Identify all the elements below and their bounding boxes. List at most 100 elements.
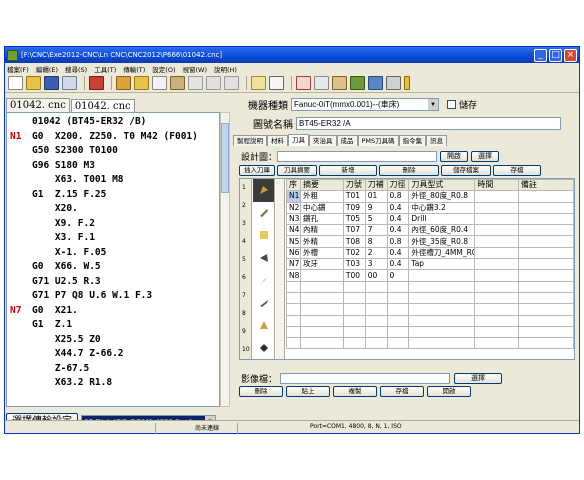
table-row[interactable] <box>286 325 574 339</box>
table-cell[interactable]: 外徑_35度_R0.8 <box>408 235 476 248</box>
table-row[interactable]: N6 外槽 T02 2 0.4 外徑槽刀_4MM_R0 <box>286 246 574 260</box>
code-line[interactable]: G96 S180 M3 <box>10 159 219 174</box>
table-cell[interactable] <box>408 314 476 327</box>
tool-thumb[interactable] <box>253 224 274 247</box>
table-cell[interactable] <box>386 303 410 316</box>
table-cell[interactable]: Drill <box>408 212 476 226</box>
table-cell[interactable] <box>386 291 410 305</box>
insert-tool-library-button[interactable]: 插入刀庫 <box>239 165 275 176</box>
menu-settings[interactable]: 設定(O) <box>152 64 175 74</box>
table-cell[interactable] <box>300 325 344 339</box>
code-line[interactable]: X44.7 Z-66.2 <box>10 347 219 362</box>
table-cell[interactable]: 0.4 <box>386 212 410 226</box>
table-cell[interactable] <box>408 269 476 282</box>
save-file-button[interactable]: 儲存檔案 <box>441 165 491 176</box>
table-cell[interactable]: 7 <box>364 224 388 237</box>
table-cell[interactable]: N3 <box>286 212 301 226</box>
table-cell[interactable] <box>342 280 366 293</box>
folder-icon[interactable] <box>134 76 149 90</box>
table-cell[interactable] <box>386 314 410 327</box>
table-cell[interactable] <box>408 303 476 316</box>
table-cell[interactable]: T07 <box>342 224 366 237</box>
table-cell[interactable]: T00 <box>342 269 366 282</box>
table-cell[interactable] <box>517 235 574 248</box>
table-cell[interactable] <box>474 258 519 271</box>
table-cell[interactable] <box>517 224 574 237</box>
menu-window[interactable]: 視窗(W) <box>183 64 208 74</box>
column-header[interactable]: 時間 <box>474 179 519 192</box>
table-cell[interactable]: 中心鑽 <box>300 201 344 214</box>
table-cell[interactable]: 0 <box>386 269 410 282</box>
cut-icon[interactable] <box>188 76 203 90</box>
table-row[interactable]: N2 中心鑽 T09 9 0.4 中心鑽3.2 <box>286 201 574 214</box>
table-cell[interactable] <box>300 337 344 350</box>
tab-tools[interactable]: 刀具 <box>288 134 309 146</box>
table-cell[interactable] <box>517 280 574 293</box>
table-cell[interactable] <box>300 269 344 282</box>
table-cell[interactable] <box>364 314 388 327</box>
code-line[interactable]: N7 G0 X21. <box>10 304 219 319</box>
table-cell[interactable]: T05 <box>342 212 366 226</box>
table-cell[interactable] <box>342 314 366 327</box>
table-cell[interactable]: 鑽孔 <box>300 212 344 226</box>
maximize-button[interactable]: □ <box>549 48 562 62</box>
minimize-button[interactable]: _ <box>534 48 547 62</box>
bars-icon[interactable] <box>404 76 410 90</box>
design-drawing-input[interactable] <box>277 151 438 162</box>
column-header[interactable]: 備註 <box>517 179 574 192</box>
table-cell[interactable] <box>474 269 519 282</box>
select-design-button[interactable]: 選擇 <box>471 151 500 162</box>
table-cell[interactable] <box>474 224 519 237</box>
machine-type-dropdown[interactable]: Fanuc-0iT(mmx0.001)--(車床) ▼ <box>291 97 439 111</box>
image-copy-button[interactable]: 複製 <box>333 386 377 397</box>
table-cell[interactable]: 外徑_80度_R0.8 <box>408 190 476 203</box>
table-cell[interactable] <box>286 303 301 316</box>
image-open-button[interactable]: 開啟 <box>427 386 471 397</box>
table-cell[interactable] <box>474 291 519 305</box>
code-line[interactable]: X63.2 R1.8 <box>10 376 219 391</box>
column-header[interactable]: 序 <box>286 179 301 192</box>
table-cell[interactable] <box>364 280 388 293</box>
table-cell[interactable] <box>474 337 519 350</box>
table-cell[interactable]: 00 <box>364 269 388 282</box>
table-cell[interactable] <box>286 337 301 350</box>
table-cell[interactable] <box>517 303 574 316</box>
table-row[interactable] <box>286 337 574 350</box>
tool-thumb[interactable] <box>253 179 274 202</box>
table-cell[interactable]: 0.8 <box>386 235 410 248</box>
tab-messages[interactable]: 訊息 <box>426 135 448 146</box>
column-header[interactable]: 刀號 <box>342 179 366 192</box>
table-cell[interactable] <box>408 291 476 305</box>
table-cell[interactable]: 0.4 <box>386 246 410 260</box>
chevron-down-icon[interactable]: ▼ <box>428 98 438 110</box>
drawing-name-input[interactable]: BT45-ER32 /A <box>296 116 561 130</box>
table-cell[interactable] <box>364 325 388 339</box>
table-cell[interactable] <box>300 291 344 305</box>
table-cell[interactable]: 2 <box>364 246 388 260</box>
table-cell[interactable] <box>300 280 344 293</box>
code-line[interactable]: Z-67.5 <box>10 362 219 377</box>
table-cell[interactable] <box>517 325 574 339</box>
menu-help[interactable]: 說明(H) <box>214 64 237 74</box>
code-line[interactable]: G0 X66. W.5 <box>10 260 219 275</box>
save-checkbox[interactable] <box>447 99 456 109</box>
table-cell[interactable] <box>364 337 388 350</box>
table-cell[interactable] <box>342 303 366 316</box>
code-line[interactable]: X3. F.1 <box>10 231 219 246</box>
close-button[interactable]: × <box>564 48 577 62</box>
table-cell[interactable] <box>474 314 519 327</box>
code-line[interactable]: G71 U2.5 R.3 <box>10 275 219 290</box>
print-preview-icon[interactable] <box>62 76 77 90</box>
editor-tab-2[interactable]: 01042. cnc <box>70 99 135 113</box>
table-cell[interactable] <box>517 291 574 305</box>
table-cell[interactable] <box>517 212 574 226</box>
table-cell[interactable] <box>300 314 344 327</box>
save-icon[interactable] <box>44 76 59 90</box>
column-header[interactable]: 刀徑 <box>386 179 410 192</box>
table-cell[interactable]: 中心鑽3.2 <box>408 201 476 214</box>
new-file-icon[interactable] <box>8 76 23 90</box>
tool-thumb[interactable] <box>253 337 274 360</box>
tool-summary-button[interactable]: 刀具摘要 <box>277 165 317 176</box>
code-line[interactable]: 01042 (BT45-ER32 /B) <box>10 115 219 130</box>
code-line[interactable]: X25.5 Z0 <box>10 333 219 348</box>
